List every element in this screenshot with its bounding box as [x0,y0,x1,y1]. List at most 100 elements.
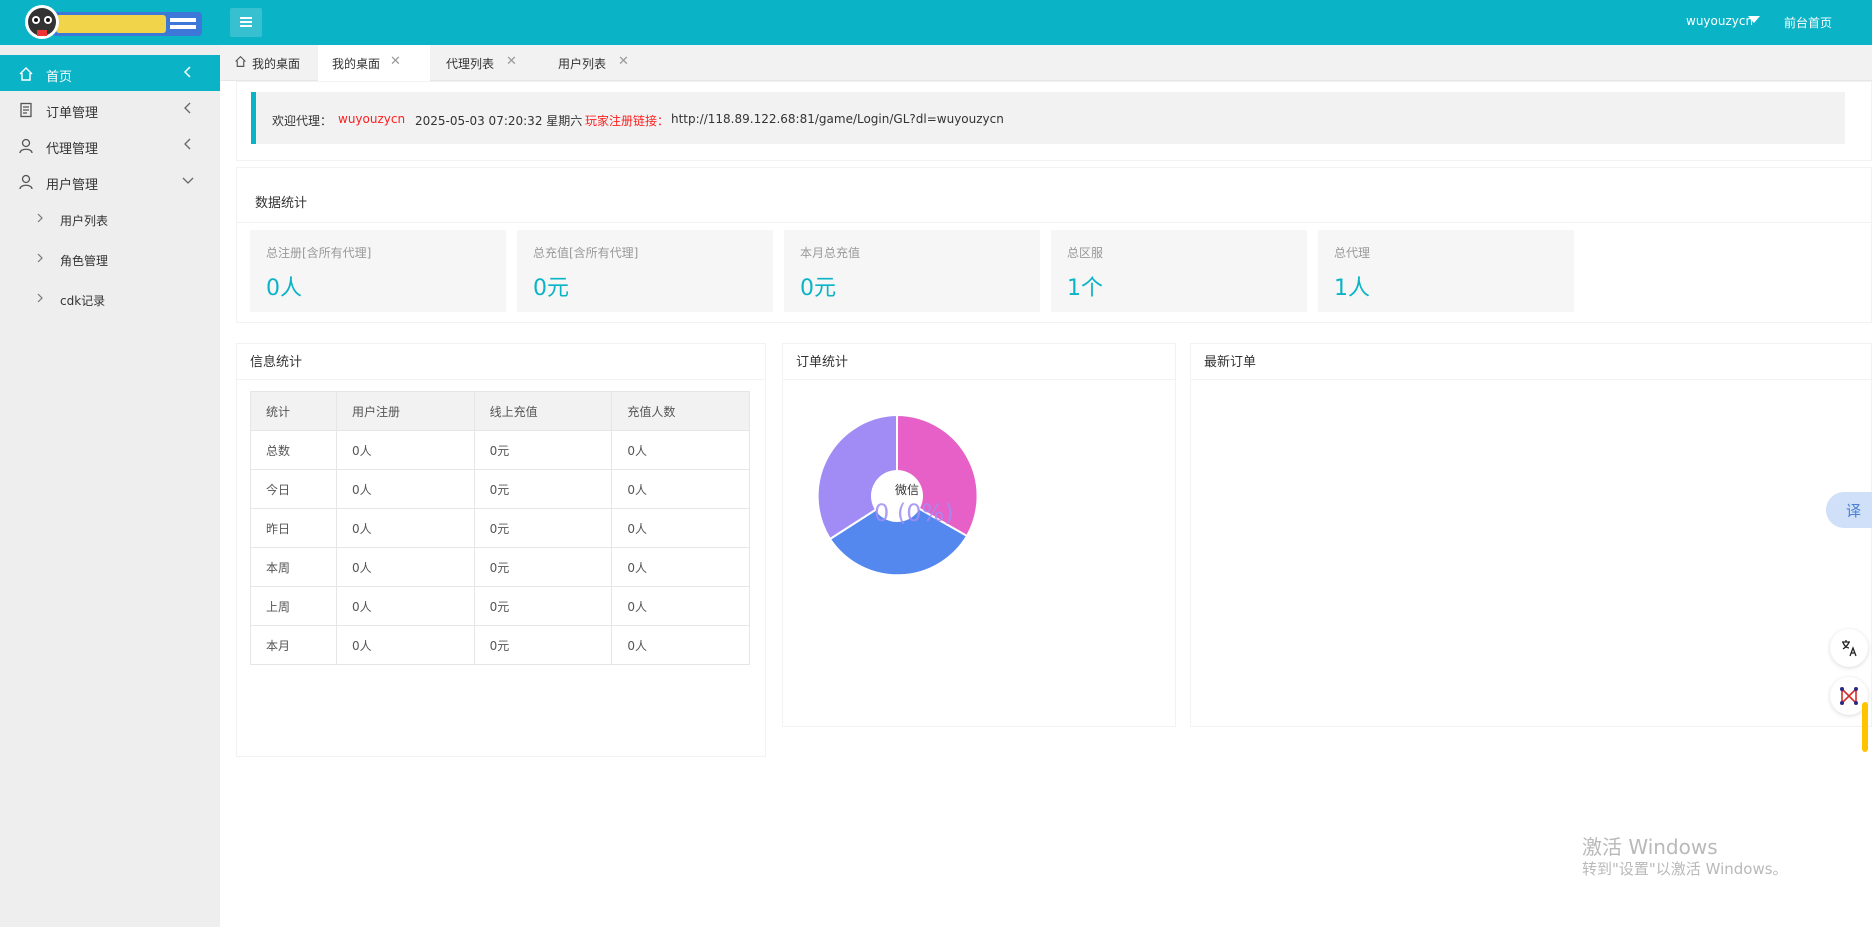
table-cell: 0人 [336,430,475,470]
tab-home[interactable]: 我的桌面 [220,45,316,81]
sidebar-subitem-label: 角色管理 [60,254,109,268]
chevron-right-icon [37,293,43,303]
stat-value: 1个 [1067,276,1103,301]
sidebar-item-label: 用户管理 [46,178,99,193]
info-stats-table: 统计 用户注册 线上充值 充值人数 总数 0人 0元 0人 今日 0人 0元 0人 昨日 0人… [249,391,750,665]
table-cell: 0人 [611,586,750,626]
tab-agent-list[interactable]: 代理列表 ✕ [432,45,536,81]
front-page-link[interactable]: 前台首页 [1784,14,1832,31]
chevron-right-icon [37,213,43,223]
chevron-right-icon [37,253,43,263]
tab-label: 用户列表 [558,57,607,71]
tab-label: 我的桌面 [252,57,301,71]
main-content: 欢迎代理： wuyouzycn 2025-05-03 07:20:32 星期六 … [232,81,1872,927]
stat-title: 本月总充值 [800,246,861,260]
translate-float-button[interactable]: 译 [1826,492,1872,528]
chevron-left-icon [183,66,191,78]
tab-bar: 我的桌面 我的桌面 ✕ 代理列表 ✕ 用户列表 ✕ [220,45,1872,81]
table-header: 线上充值 [473,391,613,431]
menu-toggle-button[interactable] [230,8,262,37]
card-title: 信息统计 [250,355,303,370]
network-icon [1840,687,1858,705]
stat-month-recharge: 本月总充值 0元 [784,230,1040,312]
table-cell: 0人 [611,625,750,665]
sidebar-subitem-user-list[interactable]: 用户列表 [0,201,220,237]
document-icon [20,102,32,118]
welcome-banner: 欢迎代理： wuyouzycn 2025-05-03 07:20:32 星期六 … [251,92,1845,144]
table-cell: 今日 [249,469,338,509]
table-row: 今日 0人 0元 0人 [249,469,750,509]
table-cell: 0人 [336,547,475,587]
table-cell: 0人 [611,508,750,548]
translate-label: 译 [1846,502,1862,520]
table-cell: 0人 [336,625,475,665]
close-icon[interactable]: ✕ [506,54,517,69]
caret-down-icon[interactable] [1748,16,1760,23]
sidebar-item-label: 订单管理 [46,106,99,121]
sidebar-item-users[interactable]: 用户管理 [0,163,220,199]
app-logo[interactable] [24,2,204,44]
sidebar-subitem-label: 用户列表 [60,214,109,228]
table-cell: 上周 [249,586,338,626]
stat-title: 总注册[含所有代理] [266,246,372,260]
user-icon [19,174,33,190]
tab-desktop[interactable]: 我的桌面 ✕ [318,45,430,81]
windows-activation-title: 激活 Windows [1582,835,1718,859]
stat-value: 1人 [1334,276,1370,301]
agent-name: wuyouzycn [338,112,406,126]
table-row: 昨日 0人 0元 0人 [249,508,750,548]
stat-title: 总区服 [1067,246,1104,260]
table-cell: 本周 [249,547,338,587]
table-cell: 0元 [473,586,613,626]
windows-activation-hint: 转到"设置"以激活 Windows。 [1582,860,1788,878]
language-icon [1842,640,1857,657]
sidebar-subitem-cdk[interactable]: cdk记录 [0,281,220,317]
table-cell: 0人 [611,430,750,470]
table-cell: 本月 [249,625,338,665]
table-cell: 0人 [611,547,750,587]
close-icon[interactable]: ✕ [390,54,401,69]
table-cell: 总数 [249,430,338,470]
table-header: 用户注册 [336,391,475,431]
table-row: 本月 0人 0元 0人 [249,625,750,665]
table-row: 上周 0人 0元 0人 [249,586,750,626]
table-header: 充值人数 [611,391,750,431]
latest-orders-card [1190,343,1872,727]
chevron-down-icon [182,177,194,184]
tab-label: 我的桌面 [332,57,381,71]
user-menu[interactable]: wuyouzycn [1686,14,1753,28]
tab-label: 代理列表 [446,57,495,71]
table-cell: 0元 [473,625,613,665]
table-cell: 0人 [336,586,475,626]
table-cell: 0人 [611,469,750,509]
stat-total-recharge: 总充值[含所有代理] 0元 [517,230,773,312]
home-icon [235,55,246,67]
card-title: 最新订单 [1204,355,1257,370]
stat-value: 0元 [533,276,569,301]
pie-center-label: 微信 [895,483,920,497]
table-cell: 昨日 [249,508,338,548]
welcome-prefix: 欢迎代理： [272,114,333,128]
stat-value: 0元 [800,276,836,301]
stat-title: 总充值[含所有代理] [533,246,639,260]
sidebar-item-agents[interactable]: 代理管理 [0,127,220,163]
table-header: 统计 [249,391,338,431]
sidebar-item-home[interactable]: 首页 [0,55,220,91]
sidebar: 首页 订单管理 代理管理 用户管理 用户列表 角色管理 cdk记录 [0,45,220,927]
translate-tool-button[interactable] [1830,629,1868,667]
welcome-card: 欢迎代理： wuyouzycn 2025-05-03 07:20:32 星期六 … [236,81,1872,161]
chevron-left-icon [184,102,191,114]
stat-total-servers: 总区服 1个 [1051,230,1307,312]
close-icon[interactable]: ✕ [618,54,629,69]
tab-user-list[interactable]: 用户列表 ✕ [538,45,642,81]
table-cell: 0元 [473,430,613,470]
login-datetime: 2025-05-03 07:20:32 星期六 [415,114,583,128]
register-link[interactable]: http://118.89.122.68:81/game/Login/GL?dl… [671,112,1004,126]
sidebar-subitem-roles[interactable]: 角色管理 [0,241,220,277]
sidebar-item-orders[interactable]: 订单管理 [0,91,220,127]
home-icon [19,67,33,81]
stat-total-agents: 总代理 1人 [1318,230,1574,312]
table-cell: 0元 [473,547,613,587]
card-title: 订单统计 [796,355,849,370]
top-bar: wuyouzycn 前台首页 [0,0,1872,45]
